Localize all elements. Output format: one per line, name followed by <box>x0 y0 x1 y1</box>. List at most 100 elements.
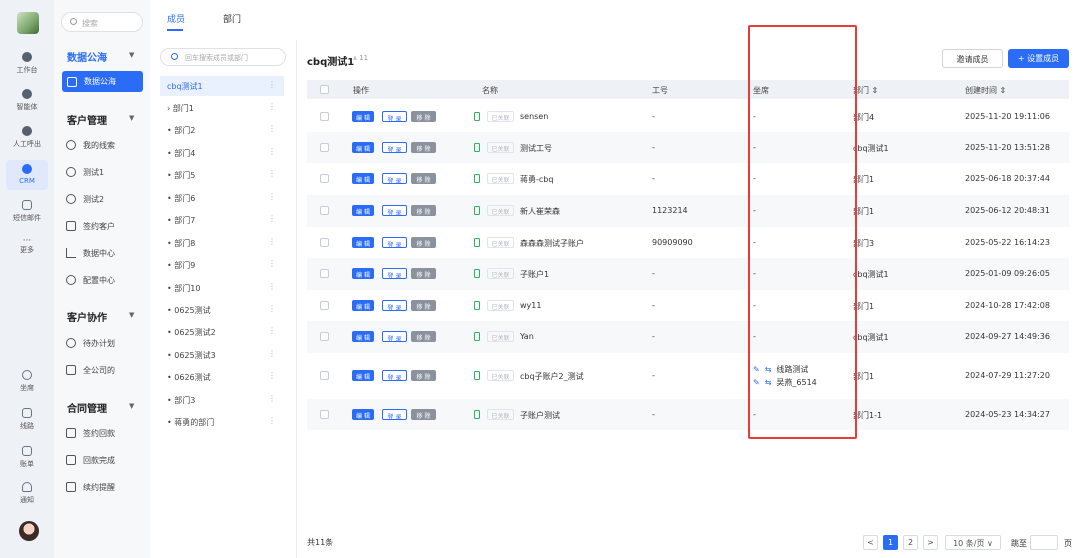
row-checkbox[interactable] <box>320 206 329 215</box>
remove-button[interactable]: 移 除 <box>411 205 436 216</box>
rail-item-agent[interactable]: 智能体 <box>0 89 54 112</box>
tree-search-input[interactable]: 回车搜索成员或部门 <box>160 48 286 66</box>
login-button[interactable]: 登 录 <box>382 331 407 343</box>
sidebar-item-renewal[interactable]: 续约提醒 <box>66 480 115 494</box>
group-customer-collab[interactable]: 客户协作 ▼ <box>67 309 134 324</box>
tab-departments[interactable]: 部门 <box>223 12 241 25</box>
sidebar-item-payment[interactable]: 签约回款 <box>66 426 115 440</box>
edit-button[interactable]: 编 辑 <box>352 142 374 153</box>
more-vertical-icon[interactable]: ⋮ <box>268 349 276 358</box>
tree-node[interactable]: • 部门9 ⋮ <box>160 255 284 275</box>
invite-member-button[interactable]: 邀请成员 <box>942 49 1003 68</box>
edit-button[interactable]: 编 辑 <box>352 205 374 216</box>
row-checkbox[interactable] <box>320 143 329 152</box>
login-button[interactable]: 登 录 <box>382 111 407 123</box>
more-vertical-icon[interactable]: ⋮ <box>268 326 276 335</box>
rail-item-more[interactable]: ··· 更多 <box>0 237 54 255</box>
tree-node[interactable]: cbq测试1 ⋮ <box>160 76 284 96</box>
more-vertical-icon[interactable]: ⋮ <box>268 416 276 425</box>
setup-member-button[interactable]: + 设置成员 <box>1008 49 1069 68</box>
rail-item-message[interactable]: 短信邮件 <box>0 200 54 223</box>
edit-button[interactable]: 编 辑 <box>352 268 374 279</box>
sidebar-item-data-center[interactable]: 数据中心 <box>66 246 115 260</box>
rail-item-notify[interactable]: 通知 <box>0 482 54 505</box>
remove-button[interactable]: 移 除 <box>411 142 436 153</box>
more-vertical-icon[interactable]: ⋮ <box>268 371 276 380</box>
rail-item-bill[interactable]: 账单 <box>0 446 54 469</box>
sidebar-item-company[interactable]: 全公司的 <box>66 363 115 377</box>
group-data-sea[interactable]: 数据公海 ▼ <box>67 49 134 64</box>
remove-button[interactable]: 移 除 <box>411 237 436 248</box>
more-vertical-icon[interactable]: ⋮ <box>268 259 276 268</box>
rail-item-crm[interactable]: CRM <box>6 160 48 190</box>
tab-members[interactable]: 成员 <box>167 12 185 25</box>
login-button[interactable]: 登 录 <box>382 409 407 421</box>
more-vertical-icon[interactable]: ⋮ <box>268 282 276 291</box>
edit-button[interactable]: 编 辑 <box>352 409 374 420</box>
row-checkbox[interactable] <box>320 269 329 278</box>
remove-button[interactable]: 移 除 <box>411 173 436 184</box>
row-checkbox[interactable] <box>320 301 329 310</box>
tree-node[interactable]: • 0625测试 ⋮ <box>160 300 284 320</box>
more-vertical-icon[interactable]: ⋮ <box>268 394 276 403</box>
more-vertical-icon[interactable]: ⋮ <box>268 80 276 89</box>
user-avatar[interactable] <box>19 521 39 541</box>
login-button[interactable]: 登 录 <box>382 142 407 154</box>
more-vertical-icon[interactable]: ⋮ <box>268 124 276 133</box>
row-checkbox[interactable] <box>320 174 329 183</box>
select-all-checkbox[interactable] <box>320 85 329 94</box>
page-button[interactable]: 2 <box>903 535 918 550</box>
sidebar-item-test2[interactable]: 测试2 <box>66 192 104 206</box>
row-checkbox[interactable] <box>320 238 329 247</box>
tree-node[interactable]: • 部门3 ⋮ <box>160 390 284 410</box>
app-logo[interactable] <box>17 12 39 34</box>
login-button[interactable]: 登 录 <box>382 237 407 249</box>
more-vertical-icon[interactable]: ⋮ <box>268 237 276 246</box>
edit-button[interactable]: 编 辑 <box>352 173 374 184</box>
rail-item-route[interactable]: 线路 <box>0 408 54 431</box>
page-size-select[interactable]: 10 条/页 ∨ <box>945 535 1001 550</box>
edit-button[interactable]: 编 辑 <box>352 300 374 311</box>
remove-button[interactable]: 移 除 <box>411 268 436 279</box>
remove-button[interactable]: 移 除 <box>411 409 436 420</box>
tree-node[interactable]: • 部门7 ⋮ <box>160 210 284 230</box>
sidebar-item-todo[interactable]: 待办计划 <box>66 336 115 350</box>
tree-node[interactable]: • 0625测试2 ⋮ <box>160 322 284 342</box>
tree-node[interactable]: • 蒋勇的部门 ⋮ <box>160 412 284 432</box>
edit-button[interactable]: 编 辑 <box>352 111 374 122</box>
login-button[interactable]: 登 录 <box>382 268 407 280</box>
more-vertical-icon[interactable]: ⋮ <box>268 192 276 201</box>
sidebar-search-input[interactable]: 搜索 <box>61 12 143 32</box>
sidebar-item-payment-done[interactable]: 回款完成 <box>66 453 115 467</box>
row-checkbox[interactable] <box>320 410 329 419</box>
login-button[interactable]: 登 录 <box>382 173 407 185</box>
remove-button[interactable]: 移 除 <box>411 370 436 381</box>
tree-node[interactable]: › 部门1 ⋮ <box>160 98 284 118</box>
row-checkbox[interactable] <box>320 371 329 380</box>
tree-node[interactable]: • 部门5 ⋮ <box>160 165 284 185</box>
login-button[interactable]: 登 录 <box>382 300 407 312</box>
sidebar-item-config-center[interactable]: 配置中心 <box>66 273 115 287</box>
tree-node[interactable]: • 0625测试3 ⋮ <box>160 345 284 365</box>
remove-button[interactable]: 移 除 <box>411 331 436 342</box>
row-checkbox[interactable] <box>320 112 329 121</box>
sidebar-item-data-sea[interactable]: 数据公海 <box>62 71 143 92</box>
page-button[interactable]: 1 <box>883 535 898 550</box>
login-button[interactable]: 登 录 <box>382 205 407 217</box>
sidebar-item-signed-customers[interactable]: 签约客户 <box>66 219 115 233</box>
prev-page-button[interactable]: < <box>863 535 878 550</box>
next-page-button[interactable]: > <box>923 535 938 550</box>
remove-button[interactable]: 移 除 <box>411 300 436 311</box>
rail-item-outbound[interactable]: 人工呼出 <box>0 126 54 149</box>
more-vertical-icon[interactable]: ⋮ <box>268 102 276 111</box>
goto-page-input[interactable] <box>1030 535 1058 550</box>
login-button[interactable]: 登 录 <box>382 370 407 382</box>
sidebar-item-my-leads[interactable]: 我的线索 <box>66 138 115 152</box>
tree-node[interactable]: • 部门2 ⋮ <box>160 120 284 140</box>
tree-node[interactable]: • 部门6 ⋮ <box>160 188 284 208</box>
more-vertical-icon[interactable]: ⋮ <box>268 214 276 223</box>
tree-node[interactable]: • 部门4 ⋮ <box>160 143 284 163</box>
more-vertical-icon[interactable]: ⋮ <box>268 304 276 313</box>
more-vertical-icon[interactable]: ⋮ <box>268 169 276 178</box>
group-customer-mgmt[interactable]: 客户管理 ▼ <box>67 112 134 127</box>
